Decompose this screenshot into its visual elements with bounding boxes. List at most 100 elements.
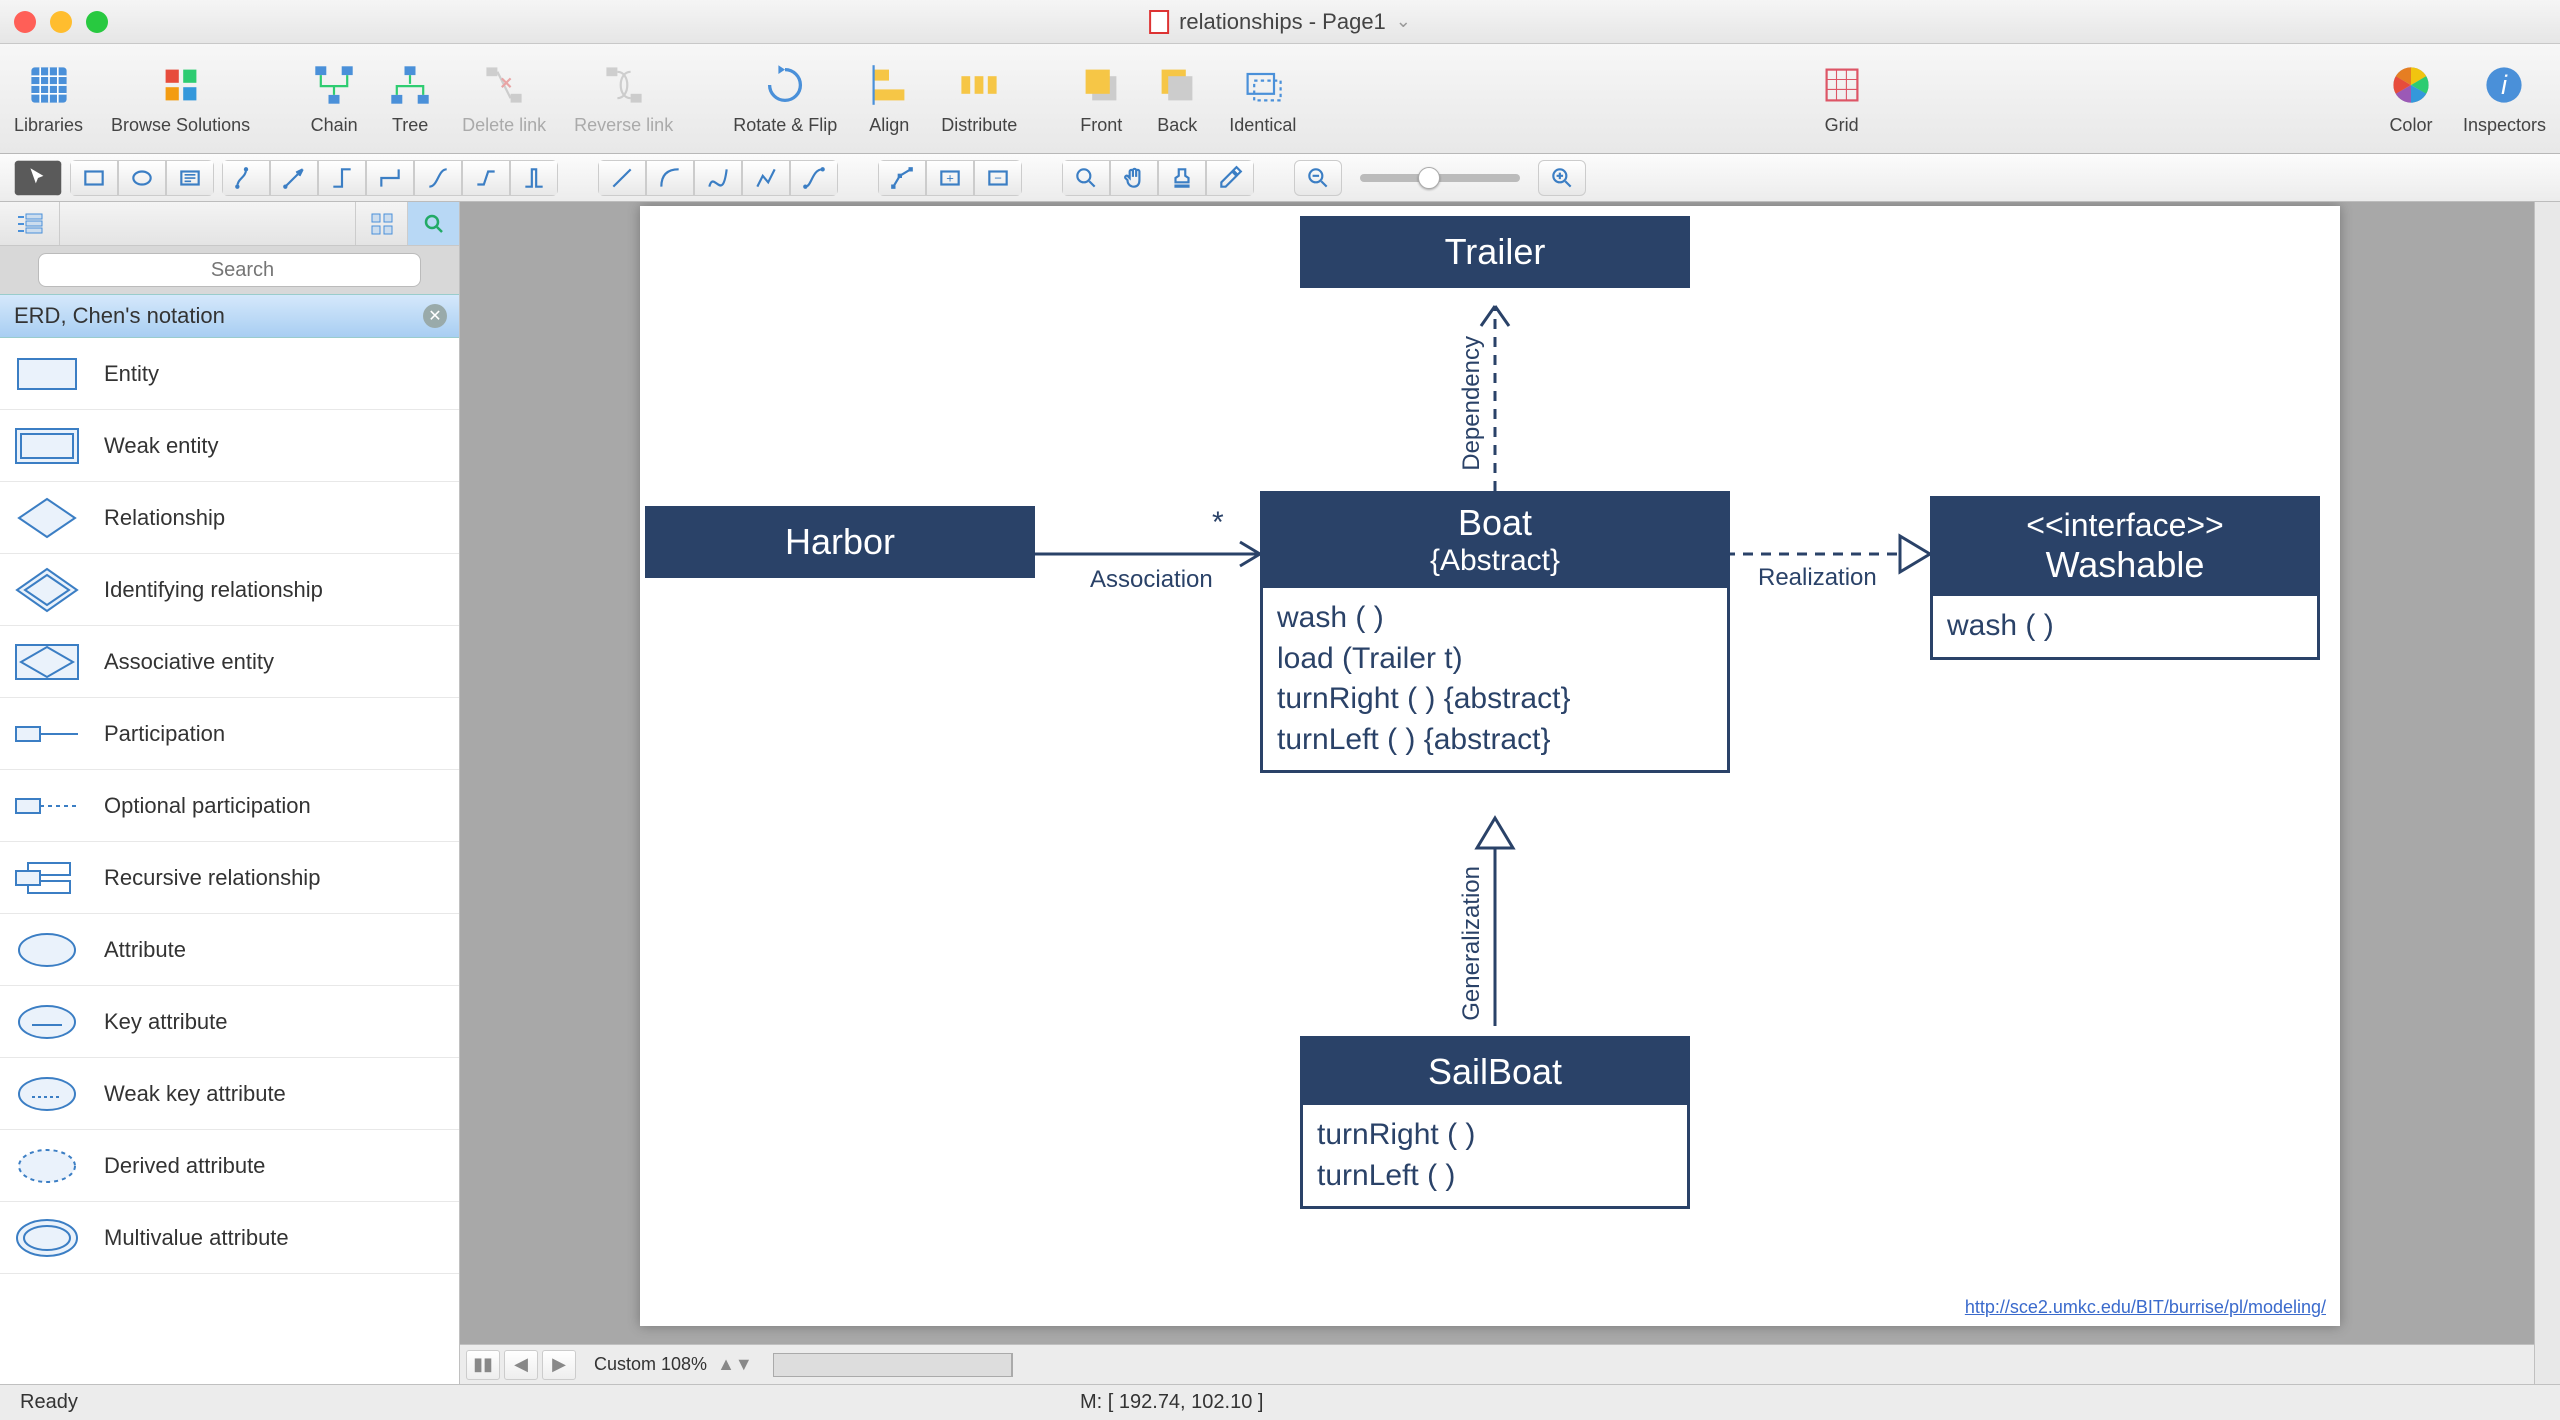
zoom-out-button[interactable] (1294, 160, 1342, 196)
color-button[interactable]: Color (2387, 61, 2435, 136)
tree-button[interactable]: Tree (386, 61, 434, 136)
color-icon (2387, 61, 2435, 109)
node-washable[interactable]: <<interface>> Washable wash ( ) (1930, 496, 2320, 660)
chevron-down-icon[interactable]: ⌄ (1396, 11, 1411, 32)
document-icon (1149, 10, 1169, 34)
connector-7[interactable] (510, 160, 558, 196)
window-title: relationships - Page1 ⌄ (1149, 9, 1411, 35)
page-prev-button[interactable]: ◀ (504, 1350, 538, 1380)
zoom-slider[interactable] (1360, 174, 1520, 182)
add-point-tool[interactable]: + (926, 160, 974, 196)
libraries-icon (25, 61, 73, 109)
chain-button[interactable]: Chain (310, 61, 358, 136)
label-mult: * (1212, 506, 1224, 540)
shape-associative-entity[interactable]: Associative entity (0, 626, 459, 698)
stamp-tool[interactable] (1158, 160, 1206, 196)
node-harbor[interactable]: Harbor (645, 506, 1035, 578)
label-association: Association (1090, 566, 1213, 594)
sidebar-top-bar (0, 202, 459, 246)
close-window-button[interactable] (14, 11, 36, 33)
arc-tool[interactable] (646, 160, 694, 196)
shape-multivalue-attribute[interactable]: Multivalue attribute (0, 1202, 459, 1274)
shape-attribute[interactable]: Attribute (0, 914, 459, 986)
node-sailboat[interactable]: SailBoat turnRight ( ) turnLeft ( ) (1300, 1036, 1690, 1209)
node-trailer[interactable]: Trailer (1300, 216, 1690, 288)
rotate-flip-button[interactable]: Rotate & Flip (733, 61, 837, 136)
svg-text:+: + (946, 170, 954, 185)
tree-icon (386, 61, 434, 109)
shape-optional-participation[interactable]: Optional participation (0, 770, 459, 842)
magnifier-tool[interactable] (1062, 160, 1110, 196)
spline-tool[interactable] (694, 160, 742, 196)
inspectors-button[interactable]: i Inspectors (2463, 61, 2546, 136)
reverse-link-button: Reverse link (574, 61, 673, 136)
browse-solutions-button[interactable]: Browse Solutions (111, 61, 250, 136)
label-dependency: Dependency (1458, 336, 1486, 471)
search-input[interactable] (38, 253, 421, 287)
shape-key-attribute[interactable]: Key attribute (0, 986, 459, 1058)
line-tool[interactable] (598, 160, 646, 196)
shape-weak-entity[interactable]: Weak entity (0, 410, 459, 482)
distribute-icon (955, 61, 1003, 109)
polyline-tool[interactable] (742, 160, 790, 196)
sidebar-section-title[interactable]: ERD, Chen's notation ✕ (0, 294, 459, 338)
distribute-button[interactable]: Distribute (941, 61, 1017, 136)
shape-identifying-relationship[interactable]: Identifying relationship (0, 554, 459, 626)
vertical-scrollbar[interactable] (2534, 202, 2560, 1384)
fullscreen-window-button[interactable] (86, 11, 108, 33)
delete-link-icon (480, 61, 528, 109)
grid-button[interactable]: Grid (1818, 61, 1866, 136)
sidebar-tree-button[interactable] (0, 202, 60, 245)
eyedropper-tool[interactable] (1206, 160, 1254, 196)
diagram-page[interactable]: Trailer Harbor Boat {Abstract} wash ( ) … (640, 206, 2340, 1326)
zoom-stepper-icon[interactable]: ▲▼ (717, 1354, 753, 1375)
shape-entity[interactable]: Entity (0, 338, 459, 410)
text-tool[interactable] (166, 160, 214, 196)
sidebar-search-button[interactable] (407, 202, 459, 245)
shape-participation[interactable]: Participation (0, 698, 459, 770)
diagram-source-link[interactable]: http://sce2.umkc.edu/BIT/burrise/pl/mode… (1965, 1297, 2326, 1318)
connector-2[interactable] (270, 160, 318, 196)
align-button[interactable]: Align (865, 61, 913, 136)
back-button[interactable]: Back (1153, 61, 1201, 136)
status-bar: Ready M: [ 192.74, 102.10 ] (0, 1384, 2560, 1420)
connector-6[interactable] (462, 160, 510, 196)
rect-tool[interactable] (70, 160, 118, 196)
zoom-slider-thumb[interactable] (1418, 167, 1440, 189)
shape-recursive-relationship[interactable]: Recursive relationship (0, 842, 459, 914)
window-title-text: relationships - Page1 (1179, 9, 1386, 35)
secondary-toolbar: + − (0, 154, 2560, 202)
zoom-in-button[interactable] (1538, 160, 1586, 196)
front-button[interactable]: Front (1077, 61, 1125, 136)
status-mouse-coords: M: [ 192.74, 102.10 ] (1080, 1391, 1263, 1414)
hand-tool[interactable] (1110, 160, 1158, 196)
sidebar-grid-button[interactable] (355, 202, 407, 245)
connector-1[interactable] (222, 160, 270, 196)
page-next-button[interactable]: ▶ (542, 1350, 576, 1380)
shape-derived-attribute[interactable]: Derived attribute (0, 1130, 459, 1202)
horizontal-scrollbar[interactable] (774, 1354, 1012, 1376)
close-section-icon[interactable]: ✕ (423, 304, 447, 328)
connector-4[interactable] (366, 160, 414, 196)
page-footer-bar: ▮▮ ◀ ▶ Custom 108% ▲▼ (460, 1344, 2534, 1384)
libraries-button[interactable]: Libraries (14, 61, 83, 136)
ellipse-tool[interactable] (118, 160, 166, 196)
svg-text:−: − (994, 170, 1002, 185)
titlebar: relationships - Page1 ⌄ (0, 0, 2560, 44)
delete-link-button: Delete link (462, 61, 546, 136)
connector-3[interactable] (318, 160, 366, 196)
identical-button[interactable]: Identical (1229, 61, 1296, 136)
connector-5[interactable] (414, 160, 462, 196)
shape-weak-key-attribute[interactable]: Weak key attribute (0, 1058, 459, 1130)
sidebar-search-bar (0, 246, 459, 294)
page-pause-button[interactable]: ▮▮ (466, 1350, 500, 1380)
minimize-window-button[interactable] (50, 11, 72, 33)
remove-point-tool[interactable]: − (974, 160, 1022, 196)
bezier-tool[interactable] (790, 160, 838, 196)
edit-points-tool[interactable] (878, 160, 926, 196)
node-boat[interactable]: Boat {Abstract} wash ( ) load (Trailer t… (1260, 491, 1730, 773)
shape-relationship[interactable]: Relationship (0, 482, 459, 554)
pointer-tool[interactable] (14, 160, 62, 196)
label-generalization: Generalization (1458, 866, 1486, 1021)
solutions-icon (157, 61, 205, 109)
